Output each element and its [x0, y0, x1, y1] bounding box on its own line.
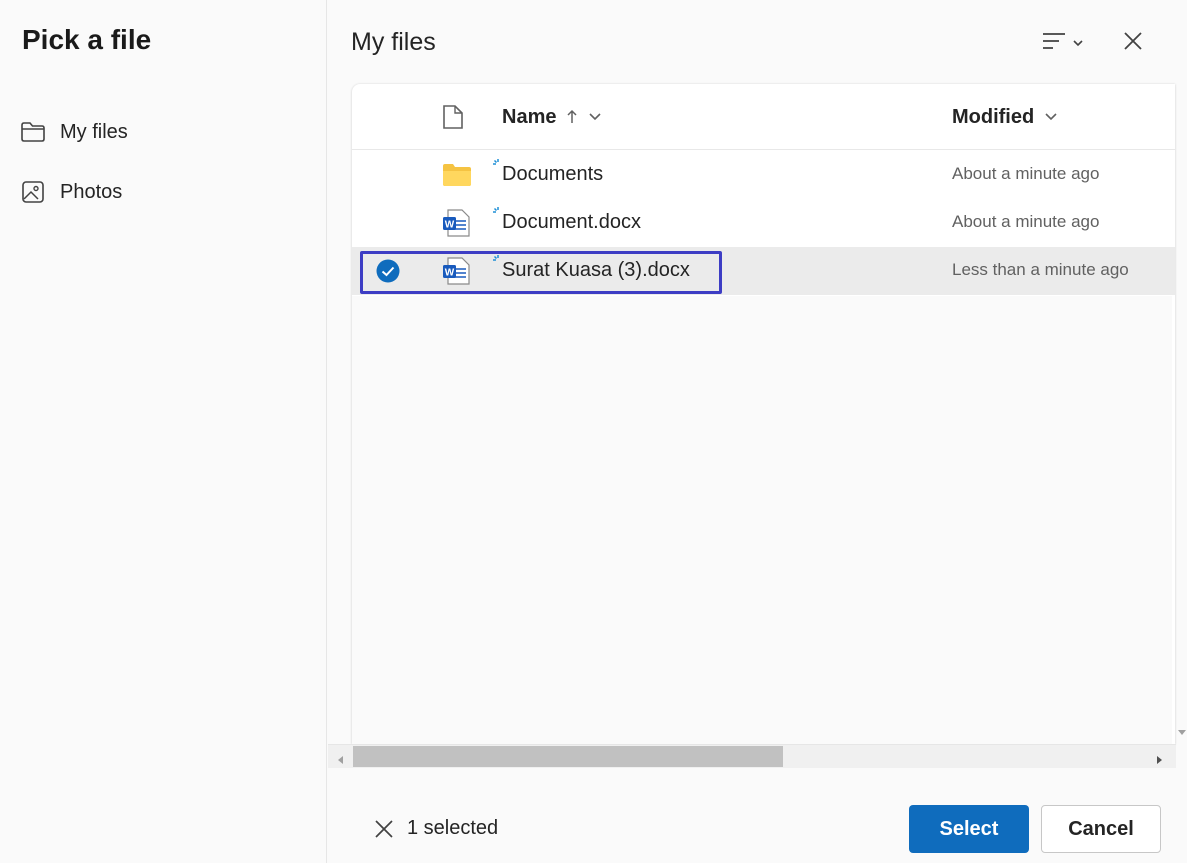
selected-count: 1 selected [407, 817, 499, 839]
list-view-icon [1041, 31, 1067, 56]
sidebar-item-photos[interactable]: Photos [20, 174, 122, 210]
file-name: Documents [502, 163, 604, 185]
file-list-header: Name Modified [352, 84, 1175, 150]
image-icon [20, 179, 46, 205]
table-row[interactable]: Documents About a minute ago [352, 151, 1175, 199]
dialog-title: Pick a file [22, 24, 152, 55]
horizontal-scrollbar[interactable] [328, 744, 1176, 768]
table-row[interactable]: W Document.docx About a minute ago [352, 199, 1175, 247]
sidebar-item-label: My files [60, 120, 128, 143]
view-options-button[interactable] [1034, 28, 1090, 58]
clear-selection-icon[interactable] [373, 818, 395, 840]
scrollbar-thumb[interactable] [353, 746, 783, 767]
dialog-footer: 1 selected Select Cancel [328, 769, 1187, 863]
column-header-name[interactable]: Name [502, 104, 602, 130]
file-name: Surat Kuasa (3).docx [502, 259, 690, 281]
table-row-selected[interactable]: W Surat Kuasa (3).docx Less than a minut… [352, 247, 1175, 295]
chevron-down-icon [1044, 112, 1058, 122]
close-icon [1123, 31, 1143, 56]
svg-text:W: W [445, 268, 455, 279]
column-header-modified-label: Modified [952, 105, 1035, 128]
word-file-icon: W [442, 209, 472, 237]
sort-ascending-icon [566, 109, 578, 125]
sidebar: Pick a file My files Photos [0, 0, 327, 863]
chevron-down-icon [1073, 34, 1083, 52]
sidebar-item-label: Photos [60, 180, 123, 203]
file-list: Name Modified Documents About a minute a… [352, 84, 1175, 744]
svg-text:W: W [445, 220, 455, 231]
word-file-icon: W [442, 257, 472, 285]
sidebar-item-my-files[interactable]: My files [20, 114, 128, 150]
scroll-right-arrow-icon[interactable] [1156, 752, 1164, 764]
file-type-icon [442, 104, 464, 130]
main-pane: My files Name Modified Documents About a… [328, 0, 1187, 863]
file-modified: Less than a minute ago [952, 260, 1129, 279]
file-modified: About a minute ago [952, 164, 1100, 183]
chevron-down-icon [588, 112, 602, 122]
scroll-left-arrow-icon[interactable] [336, 752, 344, 764]
file-list-empty-area [352, 296, 1172, 744]
scroll-down-arrow-icon[interactable] [1177, 724, 1187, 735]
checkmark-circle-icon[interactable] [376, 259, 400, 283]
file-picker-dialog: Pick a file My files Photos My files Nam… [0, 0, 1187, 863]
column-header-name-label: Name [502, 105, 557, 128]
file-name: Document.docx [502, 211, 641, 233]
select-button[interactable]: Select [909, 805, 1029, 853]
folder-icon [20, 119, 46, 145]
close-button[interactable] [1118, 28, 1148, 58]
selection-info: 1 selected [373, 817, 498, 840]
cancel-button[interactable]: Cancel [1041, 805, 1161, 853]
page-title: My files [351, 28, 436, 56]
folder-icon [442, 161, 472, 189]
column-header-modified[interactable]: Modified [952, 104, 1058, 130]
file-modified: About a minute ago [952, 212, 1100, 231]
